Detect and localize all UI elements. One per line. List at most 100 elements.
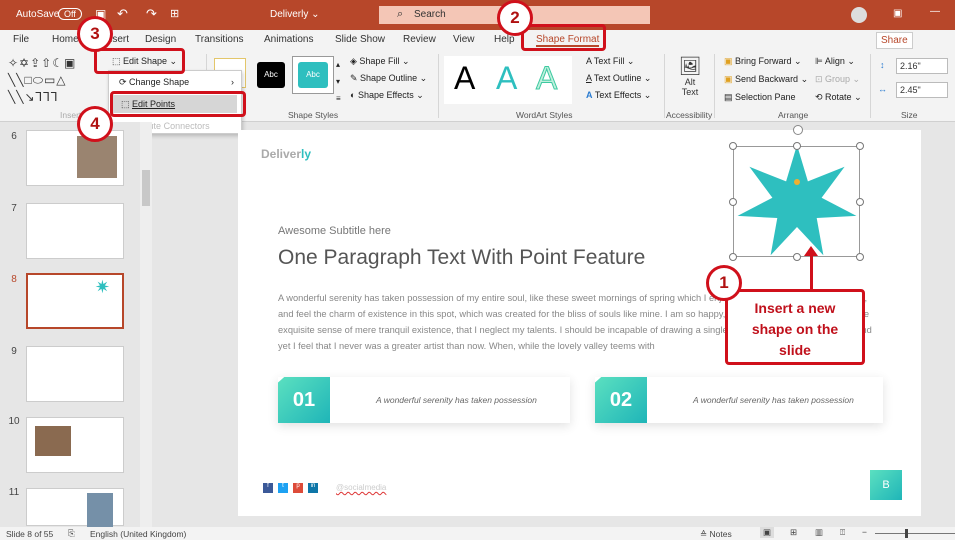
send-backward-button[interactable]: ▣ Send Backward ⌄: [724, 74, 808, 85]
width-input[interactable]: 2.45": [896, 82, 948, 98]
language-indicator[interactable]: English (United Kingdom): [90, 529, 186, 539]
document-title[interactable]: Deliverly ⌄: [270, 9, 320, 20]
tab-design[interactable]: Design: [145, 34, 176, 45]
tab-view[interactable]: View: [453, 34, 475, 45]
slide-thumbnail-7[interactable]: [26, 203, 124, 259]
rotate-label: Rotate ⌄: [825, 92, 862, 102]
text-effects-button[interactable]: A Text Effects ⌄: [586, 90, 651, 101]
text-effects-label: Text Effects ⌄: [594, 90, 652, 100]
group-label-shape-styles: Shape Styles: [288, 110, 339, 120]
tab-transitions[interactable]: Transitions: [195, 34, 244, 45]
reading-view-icon[interactable]: ▥: [815, 527, 823, 538]
tab-animations[interactable]: Animations: [264, 34, 313, 45]
tab-slide-show[interactable]: Slide Show: [335, 34, 385, 45]
rotate-handle[interactable]: [793, 125, 803, 135]
social-icons: f t p in: [263, 483, 318, 493]
slideshow-icon[interactable]: ⍐: [840, 527, 845, 538]
undo-icon[interactable]: ↶: [117, 6, 128, 22]
shape-outline-button[interactable]: ✎ Shape Outline ⌄: [350, 73, 427, 84]
menu-item-change-shape[interactable]: ⟳ Change Shape ›: [119, 77, 234, 88]
tab-review[interactable]: Review: [403, 34, 436, 45]
slide-sorter-icon[interactable]: ⊞: [790, 527, 797, 538]
normal-view-icon[interactable]: ▣: [760, 527, 775, 538]
resize-handle[interactable]: [856, 197, 864, 206]
text-fill-button[interactable]: A Text Fill ⌄: [586, 56, 634, 67]
ribbon-display-icon[interactable]: ▣: [893, 8, 902, 19]
slide-thumbnail-9[interactable]: [26, 346, 124, 402]
alt-text-icon: 🖼: [678, 56, 702, 76]
arrow-head-icon: [804, 246, 818, 256]
resize-handle[interactable]: [729, 253, 737, 261]
present-icon[interactable]: ⊞: [170, 7, 179, 20]
zoom-out-button[interactable]: −: [862, 527, 867, 537]
resize-handle[interactable]: [792, 142, 801, 150]
text-outline-button[interactable]: A Text Outline ⌄: [586, 73, 651, 84]
linkedin-icon[interactable]: in: [308, 483, 318, 493]
shape-style-black[interactable]: Abc: [257, 62, 285, 88]
height-input[interactable]: 2.16": [896, 58, 948, 74]
selection-pane-label: Selection Pane: [735, 92, 796, 102]
group-label-size: Size: [901, 110, 918, 120]
shape-effects-button[interactable]: ◐ Shape Effects ⌄: [350, 90, 424, 101]
text-outline-label: Text Outline ⌄: [593, 73, 652, 83]
resize-handle[interactable]: [729, 142, 737, 150]
feature-card-1[interactable]: 01 A wonderful serenity has taken posses…: [278, 377, 570, 423]
wordart-teal[interactable]: A: [496, 60, 517, 97]
pinterest-icon[interactable]: p: [293, 483, 303, 493]
zoom-slider[interactable]: [875, 529, 955, 538]
wordart-black[interactable]: A: [454, 60, 475, 97]
facebook-icon[interactable]: f: [263, 483, 273, 493]
slide-logo: Deliverly: [261, 147, 311, 161]
shape-fill-label: Shape Fill ⌄: [359, 56, 410, 66]
wordart-gallery[interactable]: A A A: [444, 56, 572, 104]
wordart-outline[interactable]: A: [535, 60, 557, 97]
slide-subtitle[interactable]: Awesome Subtitle here: [278, 225, 391, 237]
tab-file[interactable]: File: [13, 34, 29, 45]
slide-thumbnail-8[interactable]: ✷: [26, 273, 124, 329]
slide-thumbnail-10[interactable]: [26, 417, 124, 473]
account-avatar[interactable]: [851, 7, 867, 23]
feature-card-2[interactable]: 02 A wonderful serenity has taken posses…: [595, 377, 883, 423]
share-button[interactable]: Share: [876, 32, 913, 49]
shapes-gallery[interactable]: ✧✡⇪⇧☾▣ ╲╲□⬭▭△ ╲╲↘⅂⅂⅂: [8, 55, 76, 106]
step-4-badge: 4: [77, 106, 113, 142]
selected-star-shape[interactable]: [729, 125, 864, 261]
resize-handle[interactable]: [729, 197, 737, 206]
align-button[interactable]: ⊫ Align ⌄: [815, 56, 855, 67]
style-gallery-scroll[interactable]: ▴ ▾ ≡: [336, 56, 341, 107]
ribbon-tabs: File Home Insert Design Transitions Anim…: [0, 30, 955, 50]
resize-handle[interactable]: [856, 142, 864, 150]
thumbnails-scrollbar[interactable]: [140, 122, 152, 527]
notes-button[interactable]: ≙ Notes: [700, 529, 732, 540]
status-bar: Slide 8 of 55 ⎘ English (United Kingdom)…: [0, 527, 955, 540]
minimize-button[interactable]: —: [930, 6, 940, 17]
resize-handle[interactable]: [792, 253, 801, 261]
slide-title[interactable]: One Paragraph Text With Point Feature: [278, 246, 645, 270]
shape-fill-button[interactable]: ◈ Shape Fill ⌄: [350, 56, 409, 67]
star-7-point-icon: [737, 147, 857, 256]
redo-icon[interactable]: ↷: [146, 6, 157, 22]
card-number: 01: [278, 377, 330, 423]
shape-style-teal[interactable]: Abc: [292, 56, 334, 94]
autosave-toggle[interactable]: Off: [58, 8, 82, 20]
resize-handle[interactable]: [856, 253, 864, 261]
alt-text-button[interactable]: 🖼 Alt Text: [676, 56, 704, 97]
autosave-label: AutoSave: [16, 9, 60, 20]
spellcheck-icon[interactable]: ⎘: [68, 528, 75, 539]
slide-thumbnail-6[interactable]: [26, 130, 124, 186]
step-2-badge: 2: [497, 0, 533, 36]
card-number: 02: [595, 377, 647, 423]
highlight-shape-format: [521, 24, 606, 51]
bring-forward-button[interactable]: ▣ Bring Forward ⌄: [724, 56, 802, 67]
logo-part1: Deliver: [261, 147, 302, 161]
selection-pane-button[interactable]: ▤ Selection Pane: [724, 92, 796, 103]
notes-label: Notes: [709, 529, 732, 539]
search-icon: ⌕: [397, 8, 404, 20]
width-icon: ↔: [878, 84, 887, 94]
slide-thumbnail-11[interactable]: [26, 488, 124, 527]
callout-arrow: [810, 252, 813, 292]
twitter-icon[interactable]: t: [278, 483, 288, 493]
rotate-button[interactable]: ⟲ Rotate ⌄: [815, 92, 862, 103]
group-button[interactable]: ⊡ Group ⌄: [815, 74, 860, 85]
tab-home[interactable]: Home: [52, 34, 79, 45]
